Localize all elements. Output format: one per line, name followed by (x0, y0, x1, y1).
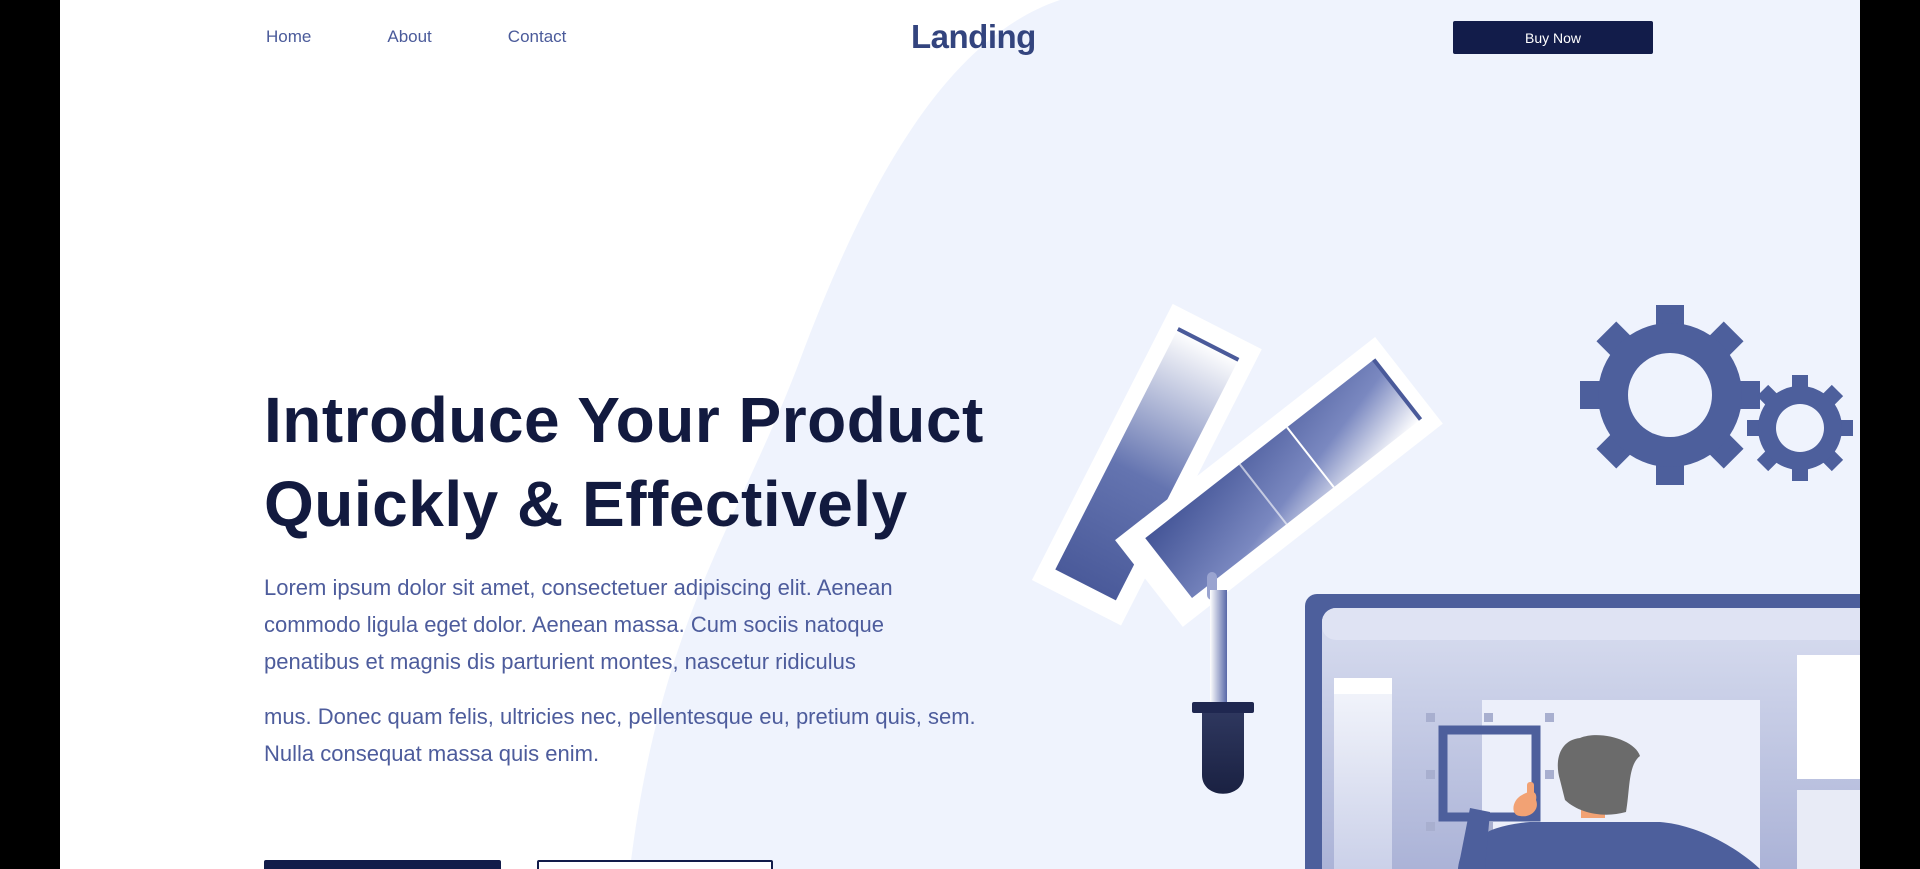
hero-title: Introduce Your Product Quickly & Effecti… (264, 378, 1024, 546)
nav-home-link[interactable]: Home (266, 26, 311, 48)
buy-now-button[interactable]: Buy Now (1453, 21, 1653, 54)
secondary-cta-button[interactable] (537, 860, 773, 869)
hero-paragraph-1: Lorem ipsum dolor sit amet, consectetuer… (264, 575, 893, 674)
hero-title-line-2: Quickly & Effectively (264, 468, 908, 540)
primary-cta-button[interactable] (264, 860, 501, 869)
main-nav: Home About Contact (266, 26, 642, 48)
hero-description: Lorem ipsum dolor sit amet, consectetuer… (264, 569, 984, 790)
brand-logo[interactable]: Landing (911, 18, 1036, 56)
nav-about-link[interactable]: About (387, 26, 431, 48)
hero-paragraph-2: mus. Donec quam felis, ultricies nec, pe… (264, 704, 976, 766)
nav-contact-link[interactable]: Contact (508, 26, 567, 48)
landing-page: Home About Contact Landing Buy Now Intro… (60, 0, 1860, 869)
hero-title-line-1: Introduce Your Product (264, 384, 984, 456)
